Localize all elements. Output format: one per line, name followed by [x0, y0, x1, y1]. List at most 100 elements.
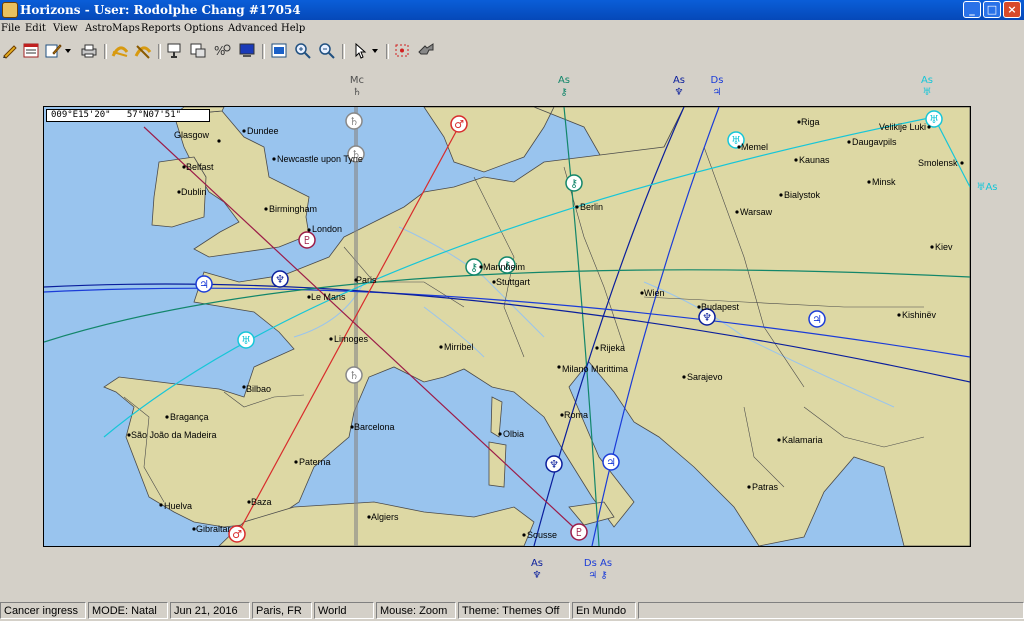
minimize-button[interactable]: _ [963, 1, 981, 18]
svg-text:Glasgow: Glasgow [174, 130, 210, 140]
jupiter-marker[interactable]: ♃ [195, 275, 213, 293]
label-ds-jupiter: Ds [711, 75, 724, 86]
svg-text:Mannheim: Mannheim [483, 262, 525, 272]
chiron-marker[interactable]: ⚷ [565, 174, 583, 192]
svg-text:Budapest: Budapest [701, 302, 740, 312]
pluto-marker[interactable]: ♇ [298, 231, 316, 249]
menu-advanced[interactable]: Advanced [228, 23, 278, 34]
city-mannheim: Mannheim [479, 262, 525, 272]
label-as-neptune-bottom: As [531, 558, 543, 569]
city-limoges: Limoges [329, 334, 369, 344]
chart-list-icon[interactable] [22, 42, 40, 59]
mars-marker[interactable]: ♂ [450, 115, 468, 133]
svg-text:Paterna: Paterna [299, 457, 331, 467]
city-braganca: Bragança [165, 412, 209, 422]
chart-list-icon[interactable] [189, 42, 207, 59]
menu-options[interactable]: Options [184, 23, 223, 34]
saturn-marker[interactable]: ♄ [345, 112, 363, 130]
label-mc-saturn-glyph: ♄ [353, 87, 362, 98]
title-bar: Horizons - User: Rodolphe Chang #17054 _… [0, 0, 1024, 20]
app-icon[interactable] [2, 2, 18, 18]
coordinate-readout: 009°E15'20" 57°N07'51" [46, 109, 210, 122]
menu-help[interactable]: Help [281, 23, 305, 34]
mars-marker[interactable]: ♂ [228, 525, 246, 543]
city-kalamaria: Kalamaria [777, 435, 823, 445]
menu-edit[interactable]: Edit [25, 23, 46, 34]
menu-reports[interactable]: Reports [141, 23, 181, 34]
toolbar-separator [342, 44, 345, 59]
uranus-marker[interactable]: ♅ [925, 110, 943, 128]
label-as-neptune-bottom-glyph: ♆ [533, 570, 542, 581]
astromap[interactable]: ♄ ♄ ♄ ♂ ♂ ♇ ♇ ♃ ♃ ♃ ♆ ♆ ♆ ⚷ ⚷ ⚷ ♅ ♅ ♅ Gl… [43, 106, 971, 547]
svg-text:Belfast: Belfast [186, 162, 214, 172]
uranus-marker[interactable]: ♅ [237, 331, 255, 349]
status-mode: MODE: Natal [88, 602, 168, 619]
city-huelva: Huelva [159, 501, 192, 511]
menu-bar: File Edit View AstroMaps Reports Options… [0, 20, 1024, 38]
menu-astromaps[interactable]: AstroMaps [85, 23, 140, 34]
dropdown-arrow-icon[interactable] [371, 42, 380, 59]
svg-text:♇: ♇ [574, 526, 584, 539]
svg-text:Bragança: Bragança [170, 412, 209, 422]
pointer-icon[interactable] [351, 42, 369, 59]
city-sarajevo: Sarajevo [682, 372, 723, 382]
svg-text:♆: ♆ [275, 273, 285, 286]
svg-text:♄: ♄ [349, 369, 359, 382]
select-area-icon[interactable] [393, 42, 411, 59]
zoom-out-icon[interactable] [318, 42, 336, 59]
city-newcastle: Newcastle upon Tyne [272, 154, 363, 164]
map-view-icon[interactable] [270, 42, 288, 59]
svg-text:♅: ♅ [929, 113, 939, 126]
neptune-marker[interactable]: ♆ [271, 270, 289, 288]
city-dublin: Dublin [177, 187, 207, 197]
city-minsk: Minsk [867, 177, 896, 187]
jupiter-marker[interactable]: ♃ [808, 310, 826, 328]
svg-text:Olbia: Olbia [503, 429, 524, 439]
label-mc-saturn: Mc [350, 75, 364, 86]
city-bilbao: Bilbao [242, 384, 271, 394]
svg-text:Kaunas: Kaunas [799, 155, 830, 165]
maximize-button[interactable]: □ [983, 1, 1001, 18]
print-icon[interactable] [80, 42, 98, 59]
pluto-marker[interactable]: ♇ [570, 523, 588, 541]
svg-text:Birmingham: Birmingham [269, 204, 317, 214]
svg-text:Stuttgart: Stuttgart [496, 277, 531, 287]
label-as-uranus: As [921, 75, 933, 86]
dropdown-arrow-icon[interactable] [64, 42, 73, 59]
svg-text:Newcastle upon Tyne: Newcastle upon Tyne [277, 154, 363, 164]
svg-text:Paris: Paris [356, 275, 377, 285]
city-berlin: Berlin [575, 202, 603, 212]
jupiter-marker[interactable]: ♃ [602, 453, 620, 471]
label-as-neptune-glyph: ♆ [675, 87, 684, 98]
map-canvas[interactable]: ♄ ♄ ♄ ♂ ♂ ♇ ♇ ♃ ♃ ♃ ♆ ♆ ♆ ⚷ ⚷ ⚷ ♅ ♅ ♅ Gl… [44, 107, 970, 546]
zoom-in-icon[interactable] [294, 42, 312, 59]
status-mouse: Mouse: Zoom [376, 602, 456, 619]
city-paterna: Paterna [294, 457, 331, 467]
city-velikije-luki: Velikije Luki [879, 122, 931, 132]
sardinia-land [488, 441, 507, 488]
compare-icon[interactable]: % [213, 42, 231, 59]
saturn-marker[interactable]: ♄ [345, 366, 363, 384]
status-map-view: World [314, 602, 374, 619]
close-button[interactable]: × [1003, 1, 1021, 18]
astromap-zones-icon[interactable] [134, 42, 152, 59]
label-ds-as-bottom-glyph: ♃ ⚷ [588, 570, 607, 581]
svg-text:%: % [214, 44, 225, 58]
svg-text:♅: ♅ [731, 134, 741, 147]
city-birmingham: Birmingham [264, 204, 317, 214]
screen-icon[interactable] [238, 42, 256, 59]
city-stuttgart: Stuttgart [492, 277, 531, 287]
menu-file[interactable]: File [1, 23, 20, 34]
chart-wheel-icon[interactable] [165, 42, 183, 59]
edit-chart-icon[interactable] [44, 42, 62, 59]
astromap-lines-icon[interactable] [111, 42, 129, 59]
neptune-marker[interactable]: ♆ [545, 455, 563, 473]
svg-text:♃: ♃ [812, 313, 822, 326]
relocate-icon[interactable] [417, 42, 435, 59]
new-chart-icon[interactable] [1, 42, 19, 59]
city-paris: Paris [354, 275, 377, 285]
status-event: Cancer ingress [0, 602, 86, 619]
city-patras: Patras [747, 482, 779, 492]
label-ds-as-bottom: Ds As [584, 558, 612, 569]
menu-view[interactable]: View [53, 23, 78, 34]
